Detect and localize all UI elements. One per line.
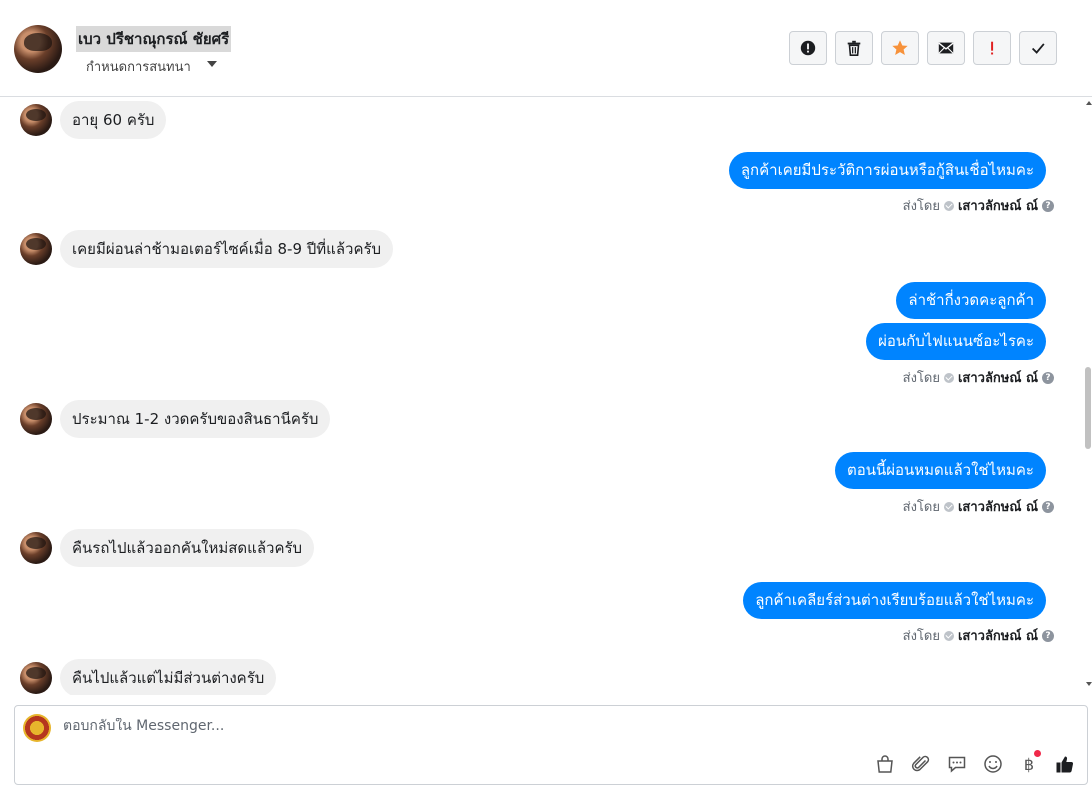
check-icon	[1031, 43, 1045, 54]
mark-done-button[interactable]	[1019, 31, 1057, 65]
mail-button[interactable]	[927, 31, 965, 65]
help-icon[interactable]: ?	[1042, 500, 1054, 513]
sent-by-label: ส่งโดย	[902, 629, 940, 644]
trash-icon	[847, 40, 861, 57]
check-circle-icon	[943, 630, 954, 641]
scroll-up-arrow-icon[interactable]	[1086, 101, 1092, 105]
delete-button[interactable]	[835, 31, 873, 65]
check-circle-icon	[943, 200, 954, 211]
mail-icon	[938, 42, 954, 54]
header-actions	[789, 31, 1057, 65]
emoji-icon	[984, 755, 1002, 773]
like-button[interactable]	[1053, 752, 1077, 776]
notification-dot	[1034, 750, 1041, 757]
svg-text:฿: ฿	[1024, 755, 1034, 774]
check-circle-icon	[943, 501, 954, 512]
outgoing-bubble[interactable]: ลูกค้าเคลียร์ส่วนต่างเรียบร้อยแล้วใช่ไหม…	[743, 582, 1046, 619]
help-icon[interactable]: ?	[1042, 199, 1054, 212]
contact-avatar[interactable]	[20, 104, 52, 136]
emoji-button[interactable]	[981, 752, 1005, 776]
reply-composer: ฿	[14, 705, 1088, 785]
contact-avatar[interactable]	[20, 233, 52, 265]
sender-name[interactable]: เสาวลักษณ์ ณ์	[958, 367, 1038, 388]
incoming-bubble[interactable]: เคยมีผ่อนล่าช้ามอเตอร์ไซค์เมื่อ 8-9 ปีที…	[60, 230, 394, 268]
composer-tools: ฿	[873, 750, 1077, 776]
contact-avatar[interactable]	[20, 662, 52, 694]
help-icon[interactable]: ?	[1042, 629, 1054, 642]
report-button[interactable]	[789, 31, 827, 65]
scroll-down-arrow-icon[interactable]	[1086, 682, 1092, 686]
contact-avatar[interactable]	[20, 532, 52, 564]
saved-reply-icon	[948, 756, 966, 773]
sent-by-label: ส่งโดย	[902, 199, 940, 214]
contact-name[interactable]: เบว ปรีชาณุกรณ์ ชัยศรี	[76, 26, 232, 52]
baht-icon: ฿	[1024, 755, 1034, 774]
outgoing-bubble[interactable]: ล่าช้ากี่งวดคะลูกค้า	[896, 282, 1046, 319]
thumbs-up-icon	[1056, 756, 1074, 773]
scrollbar-thumb[interactable]	[1085, 367, 1091, 449]
mark-important-button[interactable]	[973, 31, 1011, 65]
outgoing-bubble[interactable]: ผ่อนกับไฟแนนซ์อะไรคะ	[866, 323, 1046, 360]
saved-replies-button[interactable]	[945, 752, 969, 776]
incoming-bubble[interactable]: ประมาณ 1-2 งวดครับของสินธานีครับ	[60, 400, 331, 438]
sender-name[interactable]: เสาวลักษณ์ ณ์	[958, 625, 1038, 646]
contact-avatar[interactable]	[20, 403, 52, 435]
schedule-conversation-link[interactable]: กำหนดการสนทนา	[86, 56, 191, 77]
incoming-bubble[interactable]: คืนรถไปแล้วออกคันใหม่สดแล้วครับ	[60, 529, 315, 567]
chevron-down-icon[interactable]	[207, 61, 217, 67]
bag-icon	[877, 755, 893, 773]
important-icon	[991, 41, 994, 55]
page-logo-icon	[23, 714, 51, 742]
contact-avatar[interactable]	[14, 25, 62, 73]
incoming-bubble[interactable]: อายุ 60 ครับ	[60, 101, 167, 139]
help-icon[interactable]: ?	[1042, 371, 1054, 384]
sent-by-line: ส่งโดย เสาวลักษณ์ ณ์ ?	[903, 367, 1054, 388]
sent-by-line: ส่งโดย เสาวลักษณ์ ณ์ ?	[903, 195, 1054, 216]
reply-input[interactable]	[63, 718, 963, 734]
sent-by-label: ส่งโดย	[902, 371, 940, 386]
message-thread[interactable]: อายุ 60 ครับ ลูกค้าเคยมีประวัติการผ่อนหร…	[0, 97, 1084, 695]
attach-button[interactable]	[909, 752, 933, 776]
shop-button[interactable]	[873, 752, 897, 776]
incoming-bubble[interactable]: คืนไปแล้วแต่ไม่มีส่วนต่างครับ	[60, 659, 277, 695]
sent-by-label: ส่งโดย	[902, 500, 940, 515]
star-icon	[892, 40, 908, 56]
outgoing-bubble[interactable]: ตอนนี้ผ่อนหมดแล้วใช่ไหมคะ	[834, 452, 1046, 489]
payment-button[interactable]: ฿	[1017, 750, 1041, 776]
sent-by-line: ส่งโดย เสาวลักษณ์ ณ์ ?	[903, 625, 1054, 646]
check-circle-icon	[943, 372, 954, 383]
sender-name[interactable]: เสาวลักษณ์ ณ์	[958, 496, 1038, 517]
report-icon	[800, 40, 816, 56]
conversation-header: เบว ปรีชาณุกรณ์ ชัยศรี กำหนดการสนทนา	[0, 0, 1092, 97]
star-button[interactable]	[881, 31, 919, 65]
sender-name[interactable]: เสาวลักษณ์ ณ์	[958, 195, 1038, 216]
paperclip-icon	[911, 755, 930, 772]
outgoing-bubble[interactable]: ลูกค้าเคยมีประวัติการผ่อนหรือกู้สินเชื่อ…	[728, 152, 1046, 189]
sent-by-line: ส่งโดย เสาวลักษณ์ ณ์ ?	[903, 496, 1054, 517]
